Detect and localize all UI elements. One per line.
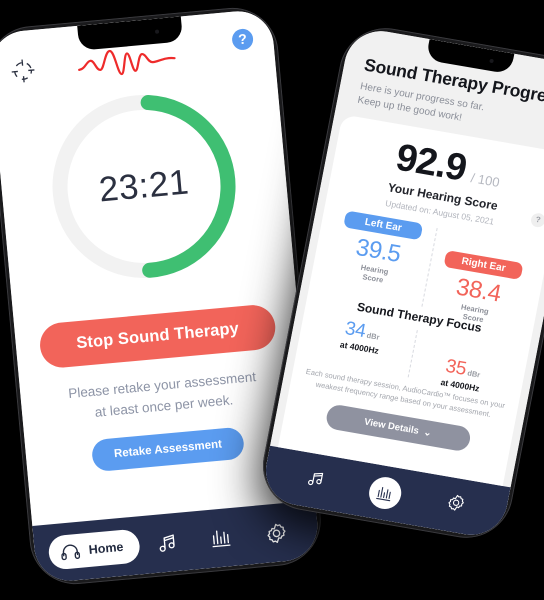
timer-ring-wrap: 23:21 xyxy=(0,76,294,297)
equalizer-icon xyxy=(212,530,231,548)
rp-nav-item-settings[interactable] xyxy=(444,492,467,519)
gear-icon xyxy=(448,494,464,511)
chevron-down-icon: ⌄ xyxy=(422,426,433,439)
music-note-icon xyxy=(159,534,175,552)
music-note-icon xyxy=(308,472,324,486)
hearing-score-out-of: / 100 xyxy=(469,170,501,190)
nav-item-music[interactable] xyxy=(138,529,195,556)
screenshot-stage: ? 23:21 Stop Sound Therapy Please retake… xyxy=(0,0,544,600)
nav-item-home[interactable]: Home xyxy=(47,528,141,571)
nav-item-settings[interactable] xyxy=(248,519,305,547)
rp-nav-item-music[interactable] xyxy=(303,467,326,494)
hearing-score-card: 92.9 / 100 Your Hearing Score Updated on… xyxy=(277,114,544,486)
therapy-timer-ring: 23:21 xyxy=(38,80,251,293)
help-button[interactable]: ? xyxy=(231,28,255,51)
phone-right-device: Sound Therapy Progress Here is your prog… xyxy=(255,21,544,545)
hearing-score-value: 92.9 xyxy=(392,136,470,190)
timer-value: 23:21 xyxy=(97,162,191,210)
nav-item-equalizer[interactable] xyxy=(193,524,250,551)
headphones-icon xyxy=(61,544,81,561)
nav-item-home-label: Home xyxy=(88,539,124,557)
focus-left-unit: dBr xyxy=(365,330,381,342)
focus-right-value: 35 xyxy=(443,355,469,380)
focus-left-value: 34 xyxy=(343,318,368,343)
rp-nav-item-equalizer[interactable] xyxy=(366,474,404,512)
stop-sound-therapy-button[interactable]: Stop Sound Therapy xyxy=(38,303,278,370)
retake-note: Please retake your assessment at least o… xyxy=(42,365,285,428)
ear-block-left: Left Ear 39.5 Hearing Score xyxy=(326,207,432,291)
equalizer-icon xyxy=(376,486,391,501)
crosshair-target-icon[interactable] xyxy=(8,56,38,86)
focus-right-unit: dBr xyxy=(466,368,482,380)
phone-right-screen: Sound Therapy Progress Here is your prog… xyxy=(259,25,544,541)
view-details-label: View Details xyxy=(363,416,420,437)
gear-icon xyxy=(267,523,286,543)
